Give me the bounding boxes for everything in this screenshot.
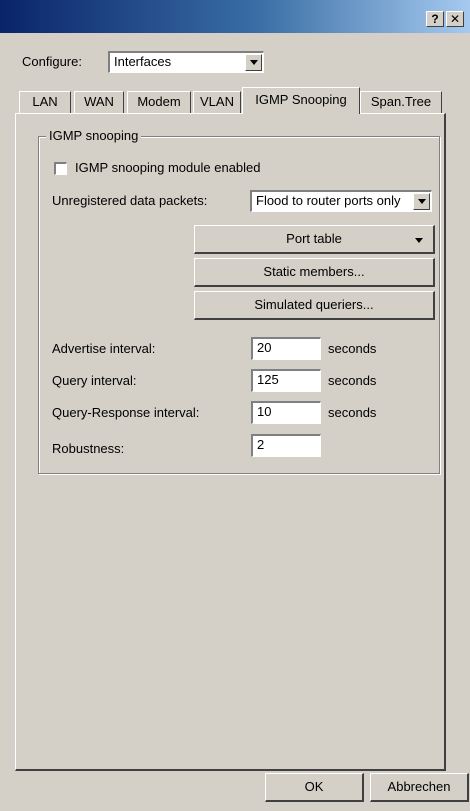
configure-select[interactable]: Interfaces (108, 51, 264, 73)
close-button[interactable]: ✕ (446, 11, 464, 27)
tab-lan-label: LAN (32, 94, 58, 109)
tab-vlan-label: VLAN (200, 94, 234, 109)
robustness-input[interactable]: 2 (251, 434, 321, 457)
tab-span-tree[interactable]: Span.Tree (360, 91, 442, 113)
query-response-interval-value: 10 (257, 404, 272, 419)
configure-select-value: Interfaces (114, 54, 172, 69)
robustness-label: Robustness: (52, 441, 125, 456)
title-bar (0, 0, 470, 33)
unregistered-select-value: Flood to router ports only (256, 193, 401, 208)
advertise-interval-unit: seconds (328, 341, 377, 356)
groupbox-title: IGMP snooping (46, 128, 142, 143)
close-icon: ✕ (449, 12, 461, 26)
unregistered-label: Unregistered data packets: (52, 193, 208, 208)
robustness-value: 2 (257, 437, 265, 452)
query-interval-unit: seconds (328, 373, 377, 388)
tab-span-tree-label: Span.Tree (370, 94, 432, 109)
query-interval-label: Query interval: (52, 373, 137, 388)
configure-dropdown-button[interactable] (245, 54, 262, 71)
cancel-label: Abbrechen (387, 779, 451, 794)
simulated-queriers-label: Simulated queriers... (254, 297, 374, 312)
static-members-button[interactable]: Static members... (194, 258, 435, 287)
tab-igmp-snooping-label: IGMP Snooping (255, 92, 347, 107)
query-response-interval-unit: seconds (328, 405, 377, 420)
port-table-button[interactable]: Port table (194, 225, 435, 254)
tab-igmp-snooping[interactable]: IGMP Snooping (242, 87, 360, 114)
tab-wan-label: WAN (84, 94, 114, 109)
tab-modem-label: Modem (137, 94, 181, 109)
simulated-queriers-button[interactable]: Simulated queriers... (194, 291, 435, 320)
port-table-label: Port table (286, 231, 342, 246)
cancel-button[interactable]: Abbrechen (370, 773, 469, 802)
tab-lan[interactable]: LAN (19, 91, 71, 113)
static-members-label: Static members... (263, 264, 365, 279)
tab-modem[interactable]: Modem (127, 91, 191, 113)
chevron-down-icon (249, 60, 258, 65)
query-interval-value: 125 (257, 372, 279, 387)
query-response-interval-label: Query-Response interval: (52, 405, 200, 420)
unregistered-dropdown-button[interactable] (413, 193, 430, 210)
tab-wan[interactable]: WAN (74, 91, 124, 113)
unregistered-select[interactable]: Flood to router ports only (250, 190, 432, 212)
module-enabled-checkbox[interactable] (54, 162, 67, 175)
advertise-interval-value: 20 (257, 340, 272, 355)
tab-vlan[interactable]: VLAN (193, 91, 241, 113)
help-icon: ? (431, 12, 439, 26)
query-interval-input[interactable]: 125 (251, 369, 321, 392)
ok-label: OK (304, 779, 324, 794)
ok-button[interactable]: OK (265, 773, 364, 802)
help-button[interactable]: ? (426, 11, 444, 27)
configure-label: Configure: (22, 54, 82, 69)
chevron-down-icon (415, 238, 423, 243)
advertise-interval-label: Advertise interval: (52, 341, 156, 356)
advertise-interval-input[interactable]: 20 (251, 337, 321, 360)
query-response-interval-input[interactable]: 10 (251, 401, 321, 424)
chevron-down-icon (417, 199, 426, 204)
module-enabled-label[interactable]: IGMP snooping module enabled (75, 160, 261, 175)
